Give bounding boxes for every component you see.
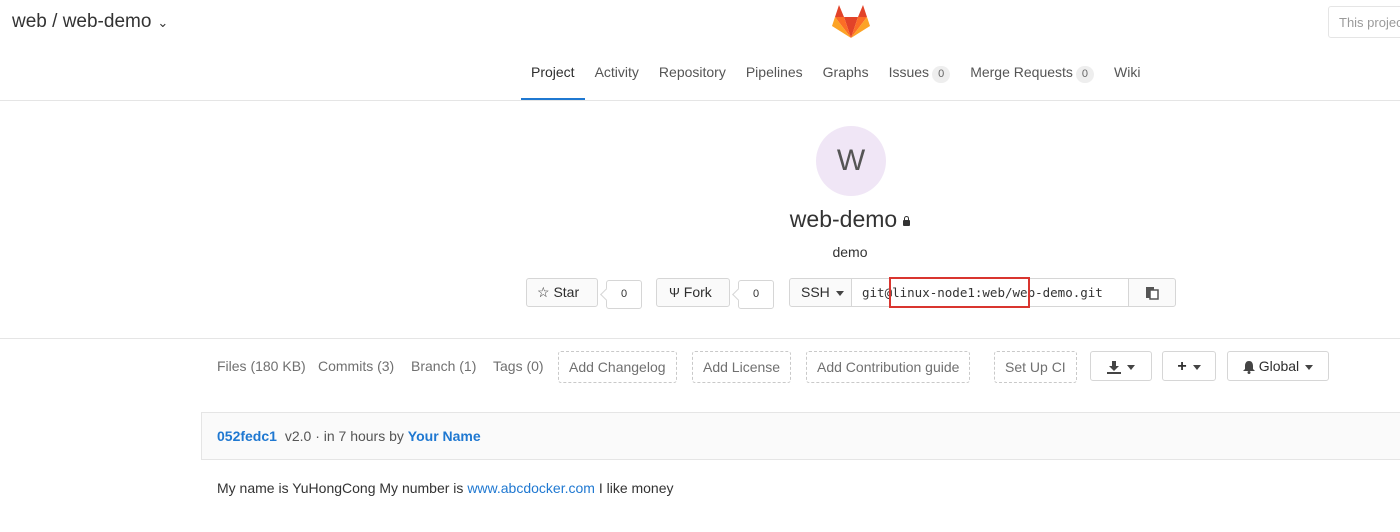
copy-url-button[interactable] — [1128, 278, 1176, 307]
top-header: web / web-demo ⌄ This project Project Act… — [0, 0, 1400, 101]
add-license-button[interactable]: Add License — [692, 351, 792, 383]
project-title: web-demo — [700, 206, 1000, 233]
tab-repository[interactable]: Repository — [659, 52, 726, 100]
readme-content: My name is YuHongCong My number is www.a… — [217, 480, 674, 496]
add-changelog-button[interactable]: Add Changelog — [558, 351, 677, 383]
tab-label: Graphs — [822, 64, 869, 80]
project-avatar: W — [816, 126, 886, 196]
fork-count[interactable]: 0 — [738, 280, 774, 309]
clipboard-icon — [1146, 287, 1159, 301]
star-count[interactable]: 0 — [606, 280, 642, 309]
tab-wiki[interactable]: Wiki — [1114, 52, 1140, 100]
breadcrumb[interactable]: web / web-demo ⌄ — [12, 11, 168, 33]
plus-icon: + — [1177, 358, 1187, 375]
download-dropdown[interactable] — [1090, 351, 1152, 381]
tab-label: Wiki — [1114, 64, 1141, 80]
last-commit-info: 052fedc1 v2.0 · in 7 hours by Your Name — [217, 428, 481, 444]
readme-link[interactable]: www.abcdocker.com — [467, 480, 595, 496]
star-label: Star — [553, 284, 580, 300]
add-contribution-guide-button[interactable]: Add Contribution guide — [806, 351, 971, 383]
tab-label: Project — [531, 64, 575, 80]
project-name: web-demo — [789, 206, 898, 232]
tab-project[interactable]: Project — [521, 52, 585, 100]
set-up-ci-button[interactable]: Set Up CI — [994, 351, 1077, 383]
fork-icon: Ψ — [669, 285, 680, 300]
tags-stat-link[interactable]: Tags (0) — [493, 358, 544, 374]
breadcrumb-label[interactable]: web / web-demo — [12, 11, 151, 32]
tab-pipelines[interactable]: Pipelines — [746, 52, 803, 100]
caret-down-icon — [1192, 364, 1201, 370]
files-stat-link[interactable]: Files (180 KB) — [217, 358, 306, 374]
bell-icon — [1242, 360, 1255, 374]
project-description: demo — [832, 244, 868, 260]
tab-label: Repository — [658, 64, 726, 80]
branch-stat-link[interactable]: Branch (1) — [411, 358, 476, 374]
tab-graphs[interactable]: Graphs — [823, 52, 869, 100]
readme-text: My name is YuHongCong My number is — [217, 480, 464, 496]
commit-sha-link[interactable]: 052fedc1 — [217, 428, 277, 444]
readme-text-end: I like money — [598, 480, 674, 496]
add-new-dropdown[interactable]: + — [1162, 351, 1216, 381]
commit-author-link[interactable]: Your Name — [408, 428, 481, 444]
download-icon — [1107, 360, 1121, 374]
star-button[interactable]: ☆ Star — [526, 278, 598, 307]
notification-label: Global — [1258, 358, 1300, 374]
caret-down-icon — [1305, 364, 1314, 370]
tab-merge-requests[interactable]: Merge Requests 0 — [970, 52, 1095, 100]
tab-label: Merge Requests — [970, 64, 1073, 80]
project-nav: Project Activity Repository Pipelines Gr… — [521, 52, 1160, 100]
commit-message: v2.0 — [284, 428, 312, 444]
caret-down-icon — [835, 290, 844, 296]
protocol-dropdown[interactable]: SSH — [789, 278, 852, 307]
caret-down-icon — [1127, 364, 1135, 370]
fork-button[interactable]: Ψ Fork — [656, 278, 730, 307]
notification-dropdown[interactable]: Global — [1227, 351, 1329, 381]
tab-label: Activity — [594, 64, 639, 80]
tab-label: Issues — [888, 64, 930, 80]
divider — [0, 338, 1400, 339]
protocol-label: SSH — [801, 284, 830, 300]
merge-requests-count-badge: 0 — [1075, 66, 1095, 83]
lock-icon — [903, 216, 911, 226]
tab-issues[interactable]: Issues 0 — [889, 52, 951, 100]
commits-stat-link[interactable]: Commits (3) — [318, 358, 394, 374]
commit-time: · in 7 hours by — [315, 428, 404, 444]
fork-label: Fork — [683, 284, 712, 300]
issues-count-badge: 0 — [932, 66, 951, 83]
tab-label: Pipelines — [745, 64, 803, 80]
chevron-down-icon[interactable]: ⌄ — [157, 15, 168, 30]
search-input[interactable]: This project — [1328, 6, 1400, 38]
annotation-highlight-box — [889, 277, 1030, 308]
gitlab-logo-icon[interactable] — [832, 4, 870, 40]
star-icon: ☆ — [537, 284, 550, 300]
tab-activity[interactable]: Activity — [595, 52, 639, 100]
